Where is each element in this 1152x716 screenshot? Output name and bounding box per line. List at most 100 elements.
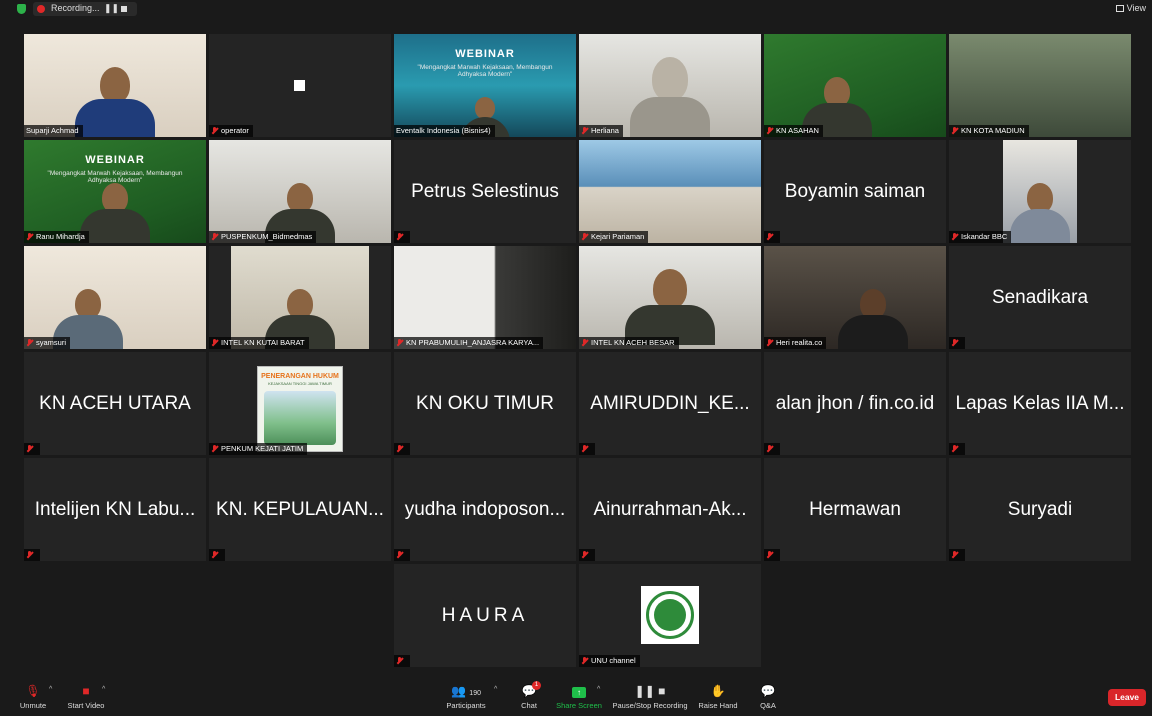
participants-button[interactable]: 👥 190 Participants bbox=[444, 684, 488, 710]
mic-muted-icon bbox=[766, 127, 773, 135]
unmute-button[interactable]: 🎙 Unmute bbox=[19, 684, 47, 710]
participant-video bbox=[1003, 140, 1077, 243]
participants-count: 190 bbox=[469, 690, 481, 697]
participant-tile[interactable]: KN PRABUMULIH_ANJASRA KARYA... bbox=[394, 246, 576, 349]
mic-muted-icon bbox=[396, 445, 403, 453]
mic-muted-icon bbox=[26, 551, 33, 559]
participant-video bbox=[949, 34, 1131, 137]
mic-muted-icon bbox=[581, 127, 588, 135]
chat-icon: 💬 1 bbox=[518, 681, 541, 698]
participant-tile[interactable]: Ainurrahman-Ak... bbox=[579, 458, 761, 561]
chat-label: Chat bbox=[521, 701, 537, 710]
penerangan-hukum-poster: PENERANGAN HUKUM KEJAKSAAN TINGGI JAWA T… bbox=[257, 366, 343, 452]
participant-tile[interactable]: INTEL KN ACEH BESAR bbox=[579, 246, 761, 349]
mic-muted-icon bbox=[211, 551, 218, 559]
participant-tile[interactable]: Kejari Pariaman bbox=[579, 140, 761, 243]
shield-icon[interactable] bbox=[17, 4, 26, 14]
participant-tile[interactable]: Intelijen KN Labu... bbox=[24, 458, 206, 561]
participant-tile[interactable]: Iskandar BBC bbox=[949, 140, 1131, 243]
webinar-title: WEBINAR bbox=[455, 48, 515, 60]
qa-label: Q&A bbox=[760, 701, 776, 710]
raise-hand-button[interactable]: ✋ Raise Hand bbox=[697, 684, 739, 710]
logo-emblem bbox=[654, 599, 686, 631]
participant-tile[interactable]: Lapas Kelas IIA M... bbox=[949, 352, 1131, 455]
participant-name-label bbox=[24, 549, 40, 561]
participant-name-label: PUSPENKUM_Bidmedmas bbox=[209, 231, 317, 243]
view-button[interactable]: View bbox=[1115, 3, 1146, 13]
participants-options-caret[interactable]: ^ bbox=[494, 686, 497, 693]
participant-tile[interactable]: yudha indoposon... bbox=[394, 458, 576, 561]
participant-tile[interactable]: INTEL KN KUTAI BARAT bbox=[209, 246, 391, 349]
microphone-muted-icon: 🎙 bbox=[25, 684, 41, 698]
participant-tile[interactable]: HAURA bbox=[394, 564, 576, 667]
chat-button[interactable]: 💬 1 Chat bbox=[518, 681, 541, 710]
participant-tile[interactable]: alan jhon / fin.co.id bbox=[764, 352, 946, 455]
participant-name-label bbox=[394, 655, 410, 667]
participant-tile[interactable]: KN ASAHAN bbox=[764, 34, 946, 137]
participant-name-label bbox=[394, 549, 410, 561]
mic-muted-icon bbox=[581, 551, 588, 559]
participant-display-name: HAURA bbox=[441, 604, 529, 626]
mic-muted-icon bbox=[396, 551, 403, 559]
share-screen-button[interactable]: ↑ Share Screen bbox=[556, 684, 602, 710]
video-options-caret[interactable]: ^ bbox=[102, 686, 105, 693]
person-figure bbox=[630, 57, 710, 137]
stop-recording-icon[interactable] bbox=[121, 6, 127, 12]
participant-tile[interactable]: Senadikara bbox=[949, 246, 1131, 349]
participant-name-label: Iskandar BBC bbox=[949, 231, 1012, 243]
audio-options-caret[interactable]: ^ bbox=[49, 686, 52, 693]
participant-tile[interactable]: Heri realita.co bbox=[764, 246, 946, 349]
participant-name-label bbox=[394, 443, 410, 455]
participant-tile[interactable]: AMIRUDDIN_KE... bbox=[579, 352, 761, 455]
participant-display-name: Petrus Selestinus bbox=[411, 180, 559, 202]
participant-tile[interactable]: KN KOTA MADIUN bbox=[949, 34, 1131, 137]
participant-display-name: Hermawan bbox=[809, 498, 901, 520]
mic-muted-icon bbox=[26, 233, 33, 241]
qa-button[interactable]: 💬 Q&A bbox=[757, 684, 779, 710]
participant-tile[interactable]: WEBINAR "Mengangkat Marwah Kejaksaan, Me… bbox=[394, 34, 576, 137]
unu-logo bbox=[641, 586, 699, 644]
pause-recording-icon[interactable]: ❚❚ bbox=[104, 3, 119, 14]
leave-button[interactable]: Leave bbox=[1108, 689, 1146, 706]
mic-muted-icon bbox=[581, 445, 588, 453]
raise-hand-label: Raise Hand bbox=[698, 701, 738, 710]
participant-tile[interactable]: Suryadi bbox=[949, 458, 1131, 561]
recording-indicator: Recording... ❚❚ bbox=[33, 2, 137, 16]
participant-video bbox=[24, 34, 206, 137]
share-options-caret[interactable]: ^ bbox=[597, 686, 600, 693]
participant-tile[interactable]: KN OKU TIMUR bbox=[394, 352, 576, 455]
participant-tile[interactable]: Herliana bbox=[579, 34, 761, 137]
participant-tile[interactable]: UNU channel bbox=[579, 564, 761, 667]
participant-tile[interactable]: KN ACEH UTARA bbox=[24, 352, 206, 455]
participant-display-name: alan jhon / fin.co.id bbox=[775, 392, 935, 414]
pause-stop-icon: ❚❚ ■ bbox=[634, 684, 666, 698]
participant-name-label bbox=[764, 443, 780, 455]
participant-name-label bbox=[579, 443, 595, 455]
participant-tile[interactable]: KN. KEPULAUAN... bbox=[209, 458, 391, 561]
participant-display-name: KN ACEH UTARA bbox=[39, 392, 191, 414]
participant-tile[interactable]: syamsuri bbox=[24, 246, 206, 349]
pause-stop-recording-button[interactable]: ❚❚ ■ Pause/Stop Recording bbox=[612, 684, 688, 710]
mic-muted-icon bbox=[766, 551, 773, 559]
participant-display-name: Boyamin saiman bbox=[784, 180, 926, 202]
participant-video: WEBINAR "Mengangkat Marwah Kejaksaan, Me… bbox=[24, 140, 206, 243]
participant-tile[interactable]: operator bbox=[209, 34, 391, 137]
mic-muted-icon bbox=[766, 445, 773, 453]
participant-tile[interactable]: PUSPENKUM_Bidmedmas bbox=[209, 140, 391, 243]
participant-name-label: Kejari Pariaman bbox=[579, 231, 649, 243]
participant-tile[interactable]: PENERANGAN HUKUM KEJAKSAAN TINGGI JAWA T… bbox=[209, 352, 391, 455]
participant-tile[interactable]: Suparji Achmad bbox=[24, 34, 206, 137]
participant-tile[interactable]: Petrus Selestinus bbox=[394, 140, 576, 243]
video-placeholder bbox=[294, 80, 305, 91]
participant-tile[interactable]: Hermawan bbox=[764, 458, 946, 561]
participant-display-name: Ainurrahman-Ak... bbox=[593, 498, 747, 520]
top-bar: Recording... ❚❚ View bbox=[0, 0, 1152, 18]
participant-video bbox=[579, 246, 761, 349]
participant-video bbox=[579, 34, 761, 137]
mic-muted-icon bbox=[211, 445, 218, 453]
participant-display-name: Lapas Kelas IIA M... bbox=[955, 392, 1125, 414]
participant-video bbox=[764, 34, 946, 137]
participant-tile[interactable]: WEBINAR "Mengangkat Marwah Kejaksaan, Me… bbox=[24, 140, 206, 243]
participant-tile[interactable]: Boyamin saiman bbox=[764, 140, 946, 243]
participant-display-name: Suryadi bbox=[1007, 498, 1073, 520]
